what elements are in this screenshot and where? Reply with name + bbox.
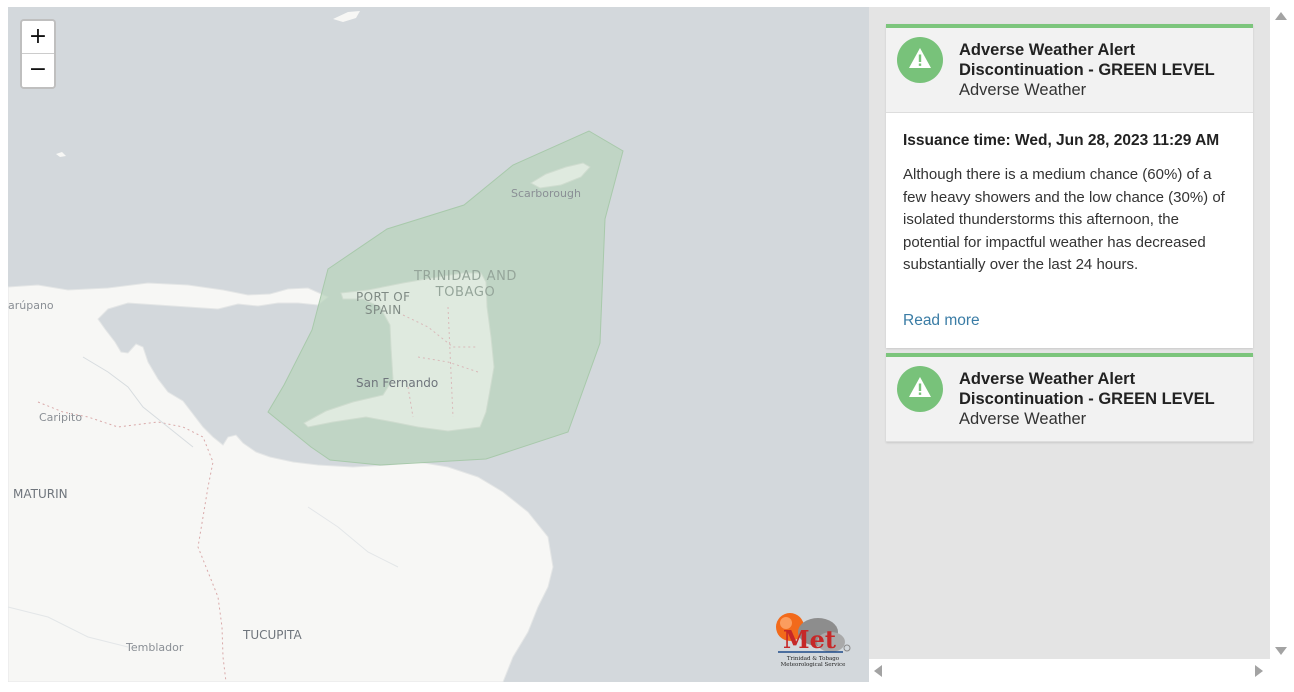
basemap — [8, 11, 624, 682]
ttms-logo: Met Trinidad & Tobago Meteorological Ser… — [773, 610, 853, 668]
scroll-left-arrow-icon[interactable] — [874, 665, 882, 677]
alert-card[interactable]: Adverse Weather Alert Discontinuation - … — [886, 353, 1253, 442]
warning-triangle-icon — [897, 366, 943, 412]
label-tt-line2: TOBAGO — [435, 285, 496, 300]
label-tucupita: TUCUPITA — [243, 628, 302, 642]
warning-triangle-icon — [897, 37, 943, 83]
label-carupano: arúpano — [8, 299, 54, 312]
label-pos-line2: SPAIN — [364, 303, 402, 317]
alert-map[interactable]: + − Scarborough TRINIDAD AND TOBAGO PORT… — [8, 7, 869, 682]
alerts-panel: Adverse Weather Alert Discontinuation - … — [869, 7, 1270, 659]
alert-card-body: Issuance time: Wed, Jun 28, 2023 11:29 A… — [886, 112, 1253, 348]
zoom-out-button[interactable]: − — [22, 54, 54, 87]
scroll-right-arrow-icon[interactable] — [1255, 665, 1263, 677]
label-tt-line1: TRINIDAD AND — [414, 269, 518, 284]
ttms-logo-graphic: Met Trinidad & Tobago Meteorological Ser… — [776, 613, 851, 668]
zoom-control: + − — [20, 19, 56, 89]
label-san-fernando: San Fernando — [356, 376, 439, 390]
svg-text:Meteorological Service: Meteorological Service — [781, 662, 846, 668]
label-temblador: Temblador — [126, 641, 184, 654]
alert-subtitle: Adverse Weather — [959, 410, 1087, 428]
label-scarborough: Scarborough — [511, 187, 581, 200]
issuance-value: Wed, Jun 28, 2023 11:29 AM — [1015, 132, 1220, 149]
alert-description: Although there is a medium chance (60%) … — [903, 166, 1225, 274]
scroll-down-arrow-icon[interactable] — [1275, 647, 1287, 655]
alert-card-header[interactable]: Adverse Weather Alert Discontinuation - … — [886, 28, 1253, 112]
app-root: + − Scarborough TRINIDAD AND TOBAGO PORT… — [0, 0, 1294, 692]
label-caripito: Caripito — [39, 411, 83, 424]
alert-title: Adverse Weather Alert Discontinuation - … — [959, 370, 1215, 408]
label-maturin: MATURIN — [13, 487, 68, 501]
alert-card[interactable]: Adverse Weather Alert Discontinuation - … — [886, 24, 1253, 348]
svg-text:Met: Met — [783, 625, 836, 654]
horizontal-scrollbar[interactable] — [869, 659, 1270, 682]
issuance-label: Issuance time: — [903, 132, 1011, 149]
alert-card-header[interactable]: Adverse Weather Alert Discontinuation - … — [886, 357, 1253, 442]
read-more-link[interactable]: Read more — [903, 312, 980, 330]
alert-subtitle: Adverse Weather — [959, 81, 1087, 99]
label-trinidad-and-tobago: TRINIDAD AND TOBAGO — [414, 269, 517, 301]
scroll-up-arrow-icon[interactable] — [1275, 12, 1287, 20]
vertical-scrollbar[interactable] — [1270, 7, 1291, 659]
alert-title: Adverse Weather Alert Discontinuation - … — [959, 41, 1215, 79]
label-port-of-spain: PORT OF SPAIN — [356, 291, 410, 317]
zoom-in-button[interactable]: + — [22, 21, 54, 54]
issuance-time: Issuance time: Wed, Jun 28, 2023 11:29 A… — [903, 131, 1236, 151]
